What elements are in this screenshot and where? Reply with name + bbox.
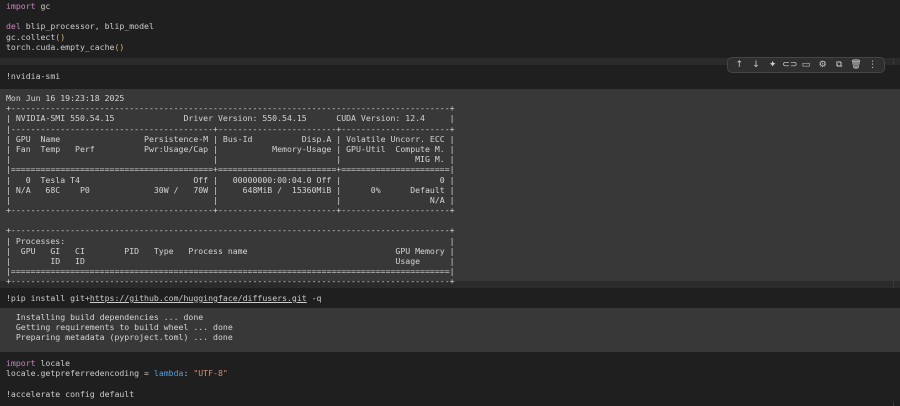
code-text: blip_processor, blip_model: [20, 21, 154, 32]
move-up-icon[interactable]: ↑: [732, 60, 746, 70]
output-line: Getting requirements to build wheel ... …: [6, 322, 233, 333]
code-cell-4[interactable]: import locale locale.getpreferredencoding…: [0, 352, 900, 401]
parens: (): [55, 31, 66, 42]
link-icon[interactable]: ⊂⊃: [782, 60, 797, 70]
parens: (): [114, 41, 125, 52]
output-line: +---------------------------------------…: [6, 205, 455, 216]
move-down-icon[interactable]: ↓: [749, 60, 763, 70]
cell-border: [893, 0, 894, 406]
keyword: import: [6, 1, 36, 11]
code-text: torch.cuda.empty_cache: [6, 41, 115, 52]
keyword: import: [6, 358, 36, 368]
code-text: locale: [35, 358, 71, 368]
output-line: | Fan Temp Perf Pwr:Usage/Cap | Memory-U…: [6, 143, 455, 154]
settings-icon[interactable]: ⚙: [816, 60, 830, 70]
output-line: +---------------------------------------…: [6, 225, 455, 236]
output-line: |=======================================…: [6, 266, 455, 277]
output-line: |---------------------------------------…: [6, 123, 455, 134]
code-text: !accelerate config default: [6, 388, 135, 399]
copy-icon[interactable]: ⧉: [832, 60, 846, 70]
diffusers-link[interactable]: https://github.com/huggingface/diffusers…: [90, 293, 307, 303]
output-line: | GPU GI CI PID Type Process name GPU Me…: [6, 245, 455, 256]
output-line: | 0 Tesla T4 Off | 00000000:00:04.0 Off …: [6, 174, 455, 185]
code-text: gc: [35, 1, 51, 11]
output-line: | NVIDIA-SMI 550.54.15 Driver Version: 5…: [6, 113, 455, 124]
string: "UTF-8": [193, 368, 228, 379]
keyword: del: [6, 21, 21, 32]
output-line: Installing build dependencies ... done: [6, 312, 204, 322]
output-line: | GPU Name Persistence-M | Bus-Id Disp.A…: [6, 133, 455, 144]
output-line: |=======================================…: [6, 164, 455, 175]
code-text: -q: [306, 293, 322, 303]
output-line: +---------------------------------------…: [6, 103, 455, 114]
output-line: | Processes: |: [6, 235, 455, 246]
output-line: Preparing metadata (pyproject.toml) ... …: [6, 332, 233, 343]
more-icon[interactable]: ⋮: [866, 60, 880, 70]
nvidia-smi-output: Mon Jun 16 19:23:18 2025 +---------------…: [0, 89, 900, 286]
pip-output: Installing build dependencies ... done G…: [0, 308, 900, 352]
code-text: gc.collect: [6, 31, 56, 42]
output-line: Mon Jun 16 19:23:18 2025: [6, 93, 125, 103]
output-line: | | | MIG M. |: [6, 154, 455, 165]
sparkle-icon[interactable]: ✦: [766, 60, 780, 70]
output-line: | ID ID Usage |: [6, 256, 455, 266]
output-line: | N/A 68C P0 30W / 70W | 648MiB / 15360M…: [6, 184, 455, 195]
code-cell-1[interactable]: import gc del blip_processor, blip_model g…: [0, 0, 900, 58]
code-text: locale.getpreferredencoding =: [6, 368, 154, 379]
comment-icon[interactable]: ▭: [799, 60, 813, 70]
output-line: | | | N/A |: [6, 194, 455, 205]
cell-toolbar: ↑ ↓ ✦ ⊂⊃ ▭ ⚙ ⧉ 🗑 ⋮: [727, 57, 885, 73]
code-text: :: [183, 368, 194, 379]
delete-icon[interactable]: 🗑: [849, 60, 863, 70]
keyword: lambda: [153, 368, 184, 379]
code-cell-3[interactable]: !pip install git+https://github.com/hugg…: [0, 288, 900, 308]
code-text: !pip install git+: [6, 293, 90, 303]
code-text: !nvidia-smi: [6, 71, 61, 81]
